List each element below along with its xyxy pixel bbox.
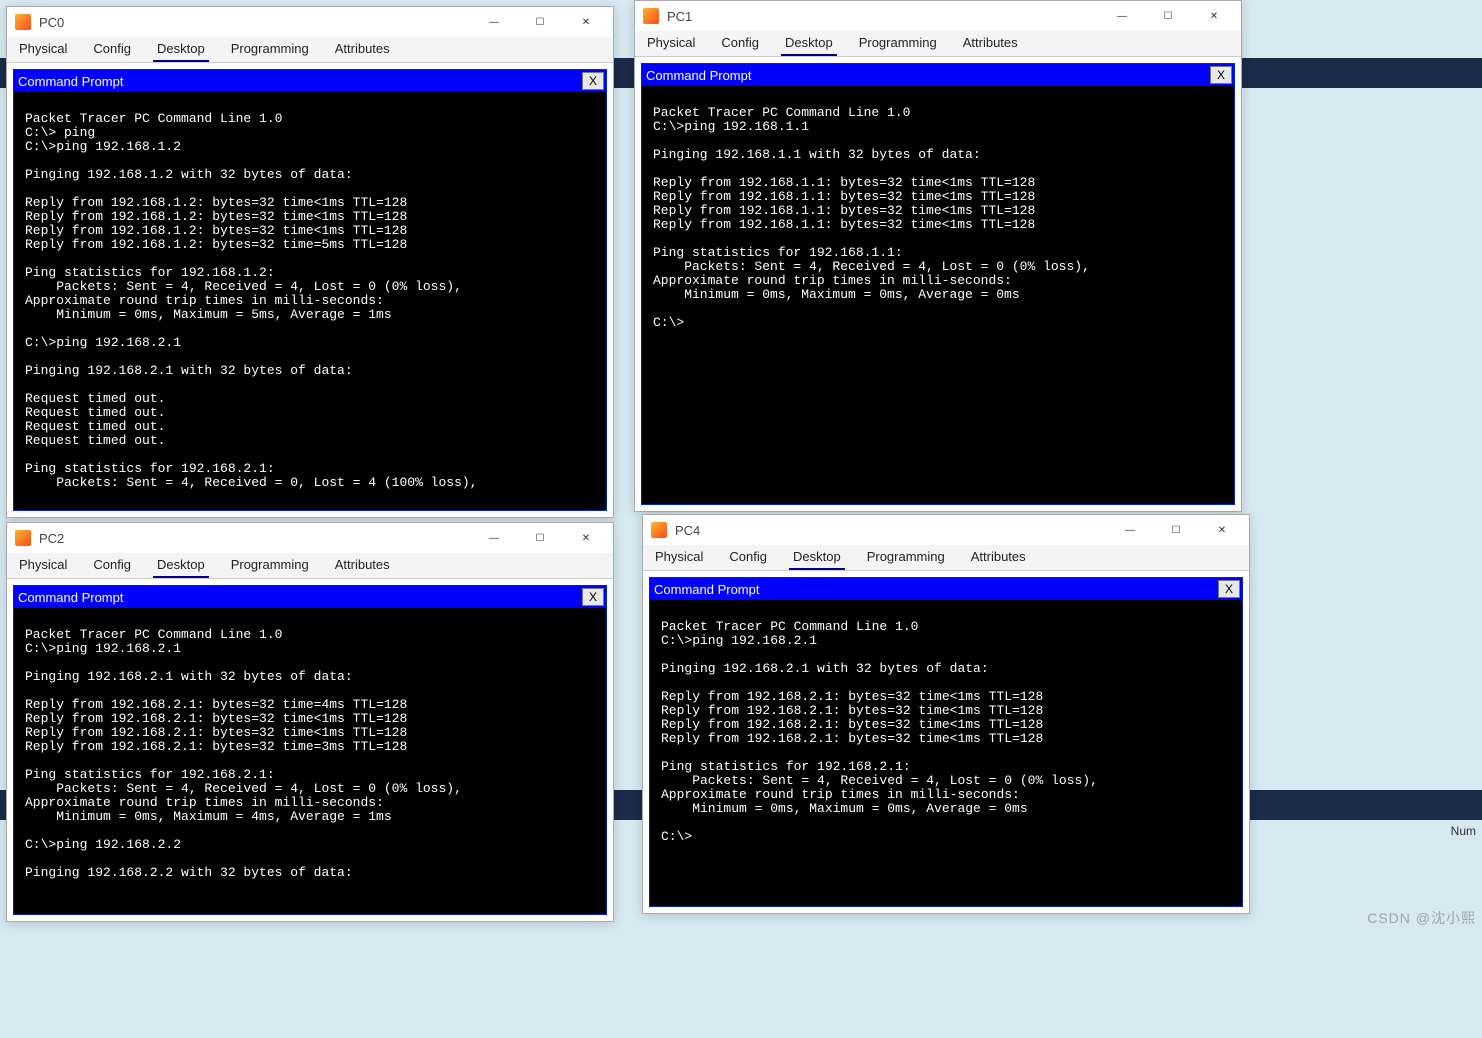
command-prompt-title: Command Prompt (18, 590, 582, 605)
window-title: PC1 (667, 9, 692, 24)
minimize-button[interactable]: — (1099, 2, 1145, 30)
terminal-output[interactable]: Packet Tracer PC Command Line 1.0 C:\>pi… (650, 600, 1242, 906)
window-pc4: PC4 — ☐ ✕ Physical Config Desktop Progra… (642, 514, 1250, 914)
app-icon (15, 530, 31, 546)
terminal-output[interactable]: Packet Tracer PC Command Line 1.0 C:\> p… (14, 92, 606, 510)
command-prompt-title: Command Prompt (18, 74, 582, 89)
command-prompt-header: Command Prompt X (14, 70, 606, 92)
minimize-button[interactable]: — (471, 8, 517, 36)
status-num: Num (1451, 824, 1476, 838)
tab-programming[interactable]: Programming (855, 31, 941, 56)
command-prompt: Command Prompt X Packet Tracer PC Comman… (641, 63, 1235, 505)
command-prompt-header: Command Prompt X (14, 586, 606, 608)
minimize-button[interactable]: — (471, 524, 517, 552)
terminal-output[interactable]: Packet Tracer PC Command Line 1.0 C:\>pi… (642, 86, 1234, 504)
tab-desktop[interactable]: Desktop (153, 37, 209, 62)
maximize-button[interactable]: ☐ (1153, 516, 1199, 544)
command-prompt-close-button[interactable]: X (582, 72, 604, 90)
tab-programming[interactable]: Programming (227, 37, 313, 62)
tab-desktop[interactable]: Desktop (153, 553, 209, 578)
command-prompt-close-button[interactable]: X (1210, 66, 1232, 84)
command-prompt: Command Prompt X Packet Tracer PC Comman… (13, 69, 607, 511)
titlebar-pc1[interactable]: PC1 — ☐ ✕ (635, 1, 1241, 31)
maximize-button[interactable]: ☐ (517, 8, 563, 36)
tabs: Physical Config Desktop Programming Attr… (7, 553, 613, 579)
maximize-button[interactable]: ☐ (1145, 2, 1191, 30)
command-prompt-close-button[interactable]: X (582, 588, 604, 606)
window-title: PC2 (39, 531, 64, 546)
terminal-output[interactable]: Packet Tracer PC Command Line 1.0 C:\>pi… (14, 608, 606, 914)
app-icon (643, 8, 659, 24)
watermark: CSDN @沈小熙 (1367, 908, 1476, 928)
tab-physical[interactable]: Physical (15, 553, 71, 578)
command-prompt-header: Command Prompt X (642, 64, 1234, 86)
minimize-button[interactable]: — (1107, 516, 1153, 544)
window-pc0: PC0 — ☐ ✕ Physical Config Desktop Progra… (6, 6, 614, 518)
tab-physical[interactable]: Physical (651, 545, 707, 570)
window-pc1: PC1 — ☐ ✕ Physical Config Desktop Progra… (634, 0, 1242, 512)
tabs: Physical Config Desktop Programming Attr… (7, 37, 613, 63)
window-title: PC4 (675, 523, 700, 538)
close-button[interactable]: ✕ (563, 8, 609, 36)
tab-desktop[interactable]: Desktop (789, 545, 845, 570)
command-prompt-close-button[interactable]: X (1218, 580, 1240, 598)
close-button[interactable]: ✕ (1191, 2, 1237, 30)
app-icon (15, 14, 31, 30)
tabs: Physical Config Desktop Programming Attr… (635, 31, 1241, 57)
tab-config[interactable]: Config (725, 545, 771, 570)
window-pc2: PC2 — ☐ ✕ Physical Config Desktop Progra… (6, 522, 614, 922)
command-prompt: Command Prompt X Packet Tracer PC Comman… (13, 585, 607, 915)
tab-programming[interactable]: Programming (863, 545, 949, 570)
content-area: Command Prompt X Packet Tracer PC Comman… (7, 63, 613, 517)
tab-config[interactable]: Config (89, 37, 135, 62)
titlebar-pc2[interactable]: PC2 — ☐ ✕ (7, 523, 613, 553)
tabs: Physical Config Desktop Programming Attr… (643, 545, 1249, 571)
close-button[interactable]: ✕ (1199, 516, 1245, 544)
content-area: Command Prompt X Packet Tracer PC Comman… (635, 57, 1241, 511)
content-area: Command Prompt X Packet Tracer PC Comman… (643, 571, 1249, 913)
command-prompt-header: Command Prompt X (650, 578, 1242, 600)
tab-attributes[interactable]: Attributes (967, 545, 1030, 570)
command-prompt-title: Command Prompt (654, 582, 1218, 597)
tab-programming[interactable]: Programming (227, 553, 313, 578)
command-prompt-title: Command Prompt (646, 68, 1210, 83)
content-area: Command Prompt X Packet Tracer PC Comman… (7, 579, 613, 921)
tab-attributes[interactable]: Attributes (331, 37, 394, 62)
command-prompt: Command Prompt X Packet Tracer PC Comman… (649, 577, 1243, 907)
tab-physical[interactable]: Physical (643, 31, 699, 56)
tab-config[interactable]: Config (717, 31, 763, 56)
window-title: PC0 (39, 15, 64, 30)
tab-physical[interactable]: Physical (15, 37, 71, 62)
titlebar-pc0[interactable]: PC0 — ☐ ✕ (7, 7, 613, 37)
tab-desktop[interactable]: Desktop (781, 31, 837, 56)
titlebar-pc4[interactable]: PC4 — ☐ ✕ (643, 515, 1249, 545)
tab-attributes[interactable]: Attributes (959, 31, 1022, 56)
close-button[interactable]: ✕ (563, 524, 609, 552)
tab-config[interactable]: Config (89, 553, 135, 578)
maximize-button[interactable]: ☐ (517, 524, 563, 552)
tab-attributes[interactable]: Attributes (331, 553, 394, 578)
app-icon (651, 522, 667, 538)
